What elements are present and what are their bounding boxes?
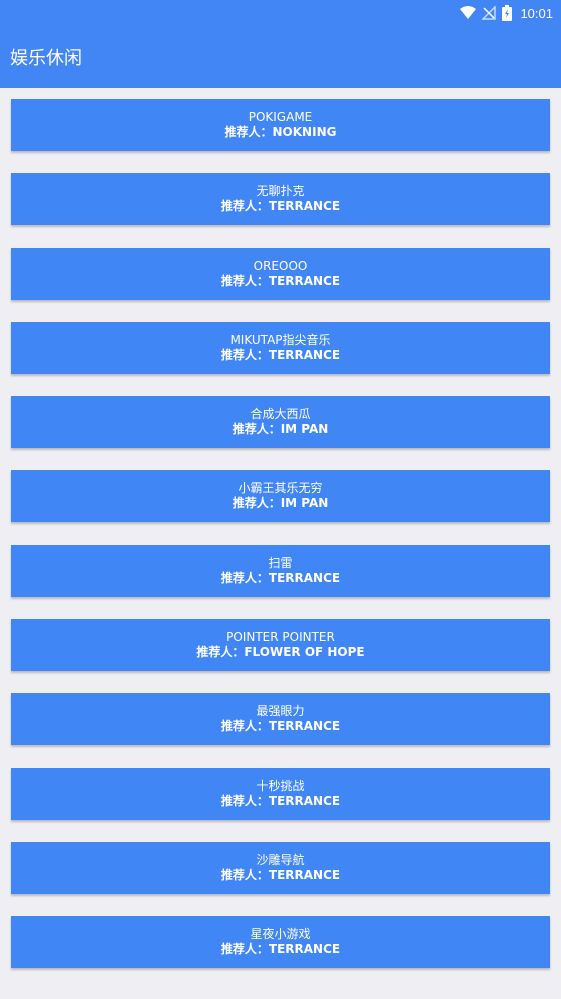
list-item[interactable]: 合成大西瓜 推荐人：IM PAN — [11, 396, 550, 449]
list-item[interactable]: 无聊扑克 推荐人：TERRANCE — [11, 173, 550, 226]
item-name: 沙雕导航 — [256, 852, 305, 867]
list-item[interactable]: OREOOO 推荐人：TERRANCE — [11, 247, 550, 300]
item-recommender: 推荐人：TERRANCE — [220, 793, 341, 808]
item-name: 星夜小游戏 — [250, 927, 311, 942]
list-item[interactable]: 小霸王其乐无穷 推荐人：IM PAN — [11, 470, 550, 523]
status-time: 10:01 — [520, 5, 553, 21]
list-item[interactable]: 十秒挑战 推荐人：TERRANCE — [11, 767, 550, 820]
list-item[interactable]: 最强眼力 推荐人：TERRANCE — [11, 693, 550, 746]
item-recommender: 推荐人：TERRANCE — [220, 199, 341, 214]
battery-charging-icon — [502, 5, 513, 21]
site-list: POKIGAME 推荐人：NOKNING 无聊扑克 推荐人：TERRANCE OREOO… — [11, 99, 550, 991]
item-recommender: 推荐人：TERRANCE — [220, 719, 341, 734]
list-item[interactable]: 星夜小游戏 推荐人：TERRANCE — [11, 916, 550, 969]
item-name: 十秒挑战 — [256, 778, 305, 793]
app-screen: 10:01 娱乐休闲 POKIGAME 推荐人：NOKNING 无聊扑克 推荐人：TE… — [0, 0, 561, 999]
item-recommender: 推荐人：NOKNING — [224, 125, 337, 139]
item-name: OREOOO — [253, 258, 308, 273]
wifi-icon — [460, 6, 477, 20]
item-recommender: 推荐人：FLOWER OF HOPE — [196, 645, 365, 660]
no-signal-icon — [482, 6, 497, 20]
item-name: POKIGAME — [248, 110, 313, 124]
item-name: 扫雷 — [268, 555, 293, 570]
page-title: 娱乐休闲 — [10, 48, 82, 69]
list-item[interactable]: POKIGAME 推荐人：NOKNING — [11, 99, 550, 151]
item-name: POINTER POINTER — [226, 630, 335, 645]
item-name: MIKUTAP指尖音乐 — [230, 332, 331, 347]
item-recommender: 推荐人：IM PAN — [232, 422, 329, 437]
item-recommender: 推荐人：TERRANCE — [220, 570, 341, 585]
item-recommender: 推荐人：TERRANCE — [220, 273, 341, 288]
item-name: 最强眼力 — [256, 704, 305, 719]
status-bar: 10:01 — [460, 4, 553, 22]
item-recommender: 推荐人：TERRANCE — [220, 867, 341, 882]
item-recommender: 推荐人：TERRANCE — [220, 347, 341, 362]
item-name: 小霸王其乐无穷 — [238, 481, 323, 496]
list-item[interactable]: 扫雷 推荐人：TERRANCE — [11, 544, 550, 597]
list-item[interactable]: POINTER POINTER 推荐人：FLOWER OF HOPE — [11, 619, 550, 672]
app-bar: 10:01 娱乐休闲 — [0, 0, 561, 88]
item-recommender: 推荐人：TERRANCE — [220, 942, 341, 957]
item-name: 合成大西瓜 — [250, 407, 311, 422]
list-item[interactable]: 沙雕导航 推荐人：TERRANCE — [11, 841, 550, 894]
item-recommender: 推荐人：IM PAN — [232, 496, 329, 511]
item-name: 无聊扑克 — [256, 184, 305, 199]
list-item[interactable]: MIKUTAP指尖音乐 推荐人：TERRANCE — [11, 321, 550, 374]
